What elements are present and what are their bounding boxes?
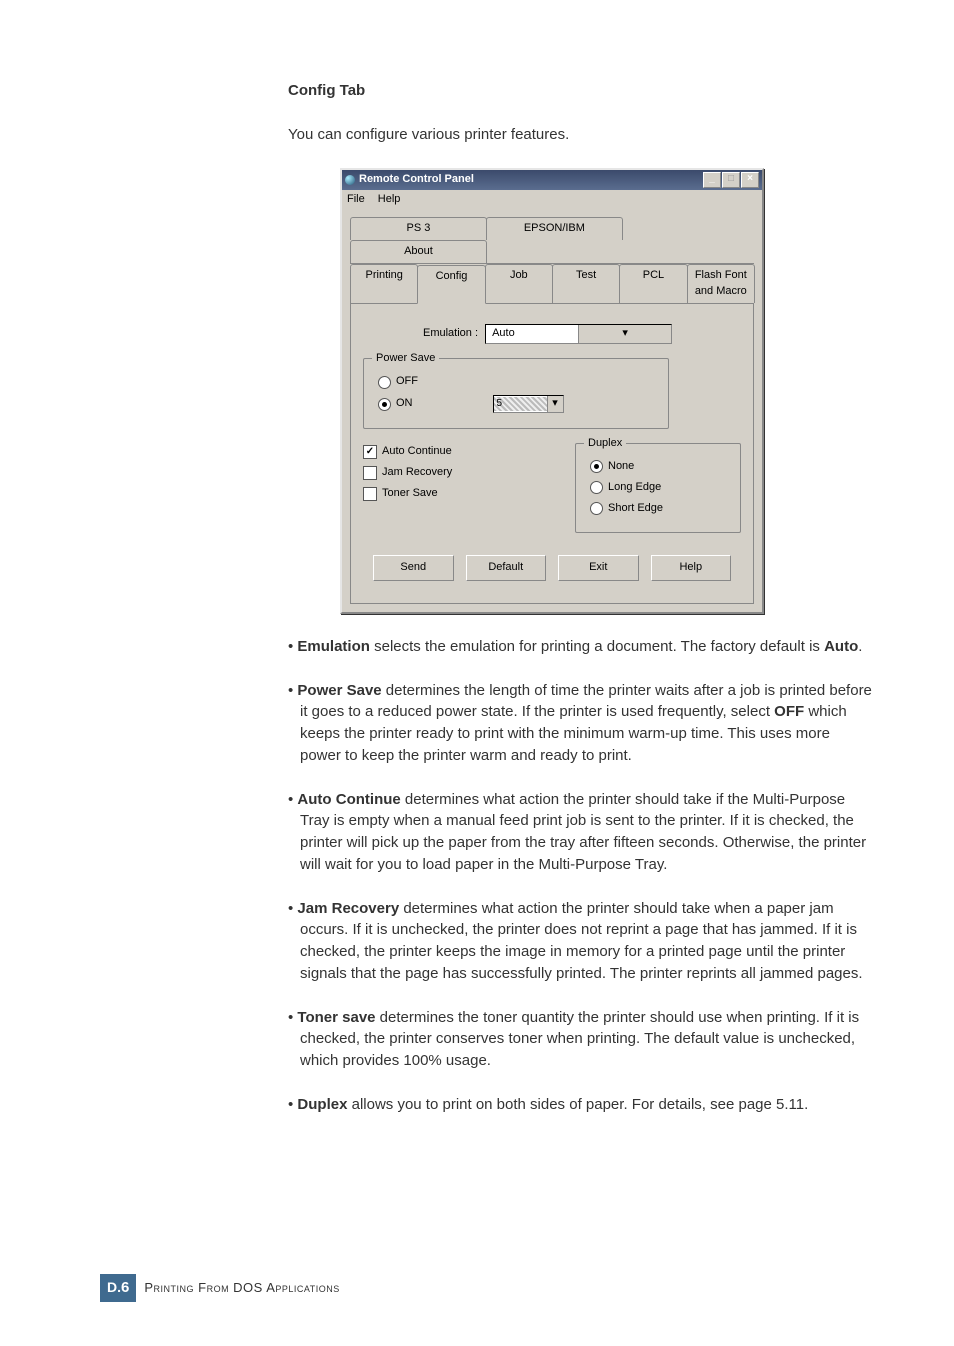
tab-printing[interactable]: Printing xyxy=(350,264,418,303)
bullet-list: • Emulation selects the emulation for pr… xyxy=(288,636,874,1116)
tab-ps3[interactable]: PS 3 xyxy=(350,217,487,240)
exit-button[interactable]: Exit xyxy=(558,555,639,581)
chevron-down-icon: ▾ xyxy=(547,396,563,412)
duplex-long-edge-radio[interactable]: Long Edge xyxy=(590,480,730,496)
emulation-label: Emulation : xyxy=(423,327,478,339)
auto-continue-checkbox[interactable]: Auto Continue xyxy=(363,444,535,460)
bullet-auto-continue: • Auto Continue determines what action t… xyxy=(288,789,874,876)
bullet-duplex: • Duplex allows you to print on both sid… xyxy=(288,1094,874,1116)
section-heading: Config Tab xyxy=(288,80,874,102)
duplex-group: Duplex None Long Edge Short Edge xyxy=(575,443,741,533)
duplex-none-radio[interactable]: None xyxy=(590,459,730,475)
tab-epson-ibm[interactable]: EPSON/IBM xyxy=(486,217,623,240)
power-save-off-radio[interactable]: OFF xyxy=(378,374,658,390)
help-button[interactable]: Help xyxy=(651,555,732,581)
power-save-legend: Power Save xyxy=(372,351,439,367)
tab-about[interactable]: About xyxy=(350,240,487,263)
app-icon xyxy=(345,175,355,185)
page-footer: D.6 Printing From DOS Applications xyxy=(100,1274,340,1302)
default-button[interactable]: Default xyxy=(466,555,547,581)
maximize-button[interactable]: □ xyxy=(722,172,740,188)
duplex-short-edge-radio[interactable]: Short Edge xyxy=(590,501,730,517)
page-number-box: D.6 xyxy=(100,1274,136,1302)
window-title: Remote Control Panel xyxy=(359,172,474,188)
menu-file[interactable]: File xyxy=(347,193,365,205)
send-button[interactable]: Send xyxy=(373,555,454,581)
minimize-button[interactable]: _ xyxy=(703,172,721,188)
close-button[interactable]: × xyxy=(741,172,759,188)
power-save-group: Power Save OFF ON 5 ▾ xyxy=(363,358,669,429)
toner-save-checkbox[interactable]: Toner Save xyxy=(363,486,535,502)
intro-text: You can configure various printer featur… xyxy=(288,124,874,146)
tab-test[interactable]: Test xyxy=(552,264,620,303)
bullet-emulation: • Emulation selects the emulation for pr… xyxy=(288,636,874,658)
tab-row-1: PS 3 EPSON/IBM About xyxy=(350,217,754,264)
tab-row-2: Printing Config Job Test PCL Flash Font … xyxy=(350,264,754,304)
chevron-down-icon: ▾ xyxy=(578,325,671,343)
config-panel: Emulation : Auto ▾ Power Save OFF ON 5 xyxy=(350,304,754,604)
bullet-power-save: • Power Save determines the length of ti… xyxy=(288,680,874,767)
emulation-value: Auto xyxy=(486,325,578,343)
tab-job[interactable]: Job xyxy=(485,264,553,303)
footer-text: Printing From DOS Applications xyxy=(144,1279,339,1298)
tab-flash-font-macro[interactable]: Flash Font and Macro xyxy=(687,264,755,303)
jam-recovery-checkbox[interactable]: Jam Recovery xyxy=(363,465,535,481)
duplex-legend: Duplex xyxy=(584,436,626,452)
menu-help[interactable]: Help xyxy=(378,193,401,205)
remote-control-panel-window: Remote Control Panel _ □ × File Help PS … xyxy=(340,168,764,614)
tab-config[interactable]: Config xyxy=(417,265,485,304)
power-save-time-select[interactable]: 5 ▾ xyxy=(493,395,564,413)
bullet-toner-save: • Toner save determines the toner quanti… xyxy=(288,1007,874,1072)
titlebar: Remote Control Panel _ □ × xyxy=(342,170,762,190)
tab-pcl[interactable]: PCL xyxy=(619,264,687,303)
bullet-jam-recovery: • Jam Recovery determines what action th… xyxy=(288,898,874,985)
menu-bar: File Help xyxy=(342,190,762,210)
power-save-on-radio[interactable]: ON 5 ▾ xyxy=(378,395,658,413)
emulation-select[interactable]: Auto ▾ xyxy=(485,324,672,344)
